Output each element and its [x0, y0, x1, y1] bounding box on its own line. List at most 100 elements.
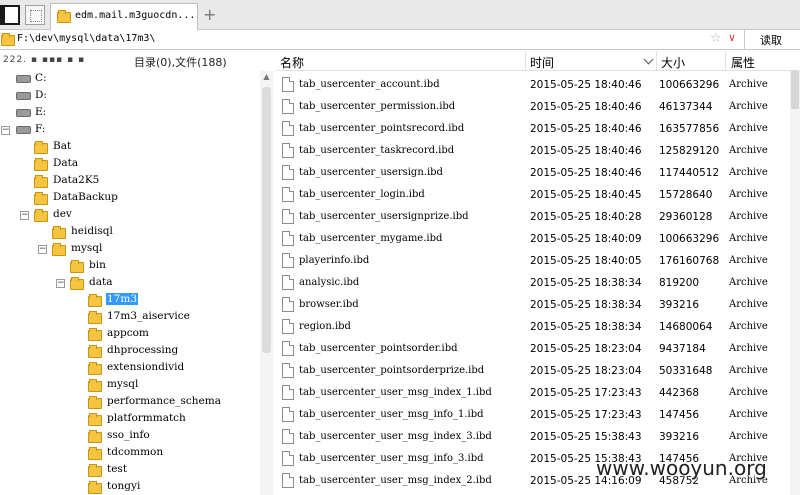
- collapse-toggle-icon[interactable]: −: [38, 245, 47, 254]
- column-divider[interactable]: [725, 51, 726, 71]
- add-tab-button[interactable]: +: [203, 5, 216, 24]
- file-row[interactable]: tab_usercenter_user_msg_info_1.ibd 2015-0…: [276, 404, 790, 426]
- tree-item[interactable]: 17m3_aiservice: [0, 309, 258, 326]
- file-size: 14680064: [659, 321, 713, 333]
- tree-item[interactable]: − dev: [0, 207, 258, 224]
- tree-item[interactable]: DataBackup: [0, 190, 258, 207]
- file-row[interactable]: tab_usercenter_mygame.ibd 2015-05-25 18:4…: [276, 228, 790, 250]
- file-row[interactable]: tab_usercenter_login.ibd 2015-05-25 18:40…: [276, 184, 790, 206]
- file-name: analysic.ibd: [299, 277, 360, 288]
- tree-item[interactable]: dhprocessing: [0, 343, 258, 360]
- tree-item[interactable]: E:: [0, 105, 258, 122]
- scroll-up-icon[interactable]: ▲: [262, 72, 271, 81]
- file-row[interactable]: analysic.ibd 2015-05-25 18:38:34 819200 Arc…: [276, 272, 790, 294]
- tree-item[interactable]: 17m3: [0, 292, 258, 309]
- file-time: 2015-05-25 18:40:28: [530, 211, 642, 223]
- tree-item[interactable]: sso_info: [0, 428, 258, 445]
- tree-item[interactable]: tdcommon: [0, 445, 258, 462]
- read-button[interactable]: 读取: [760, 32, 782, 48]
- tree-item-label: heidisql: [71, 225, 113, 237]
- blank-page-button[interactable]: [25, 5, 45, 25]
- tree-item[interactable]: D:: [0, 88, 258, 105]
- column-divider[interactable]: [656, 51, 657, 71]
- folder-icon: [88, 311, 102, 324]
- file-row[interactable]: playerinfo.ibd 2015-05-25 18:40:05 1761607…: [276, 250, 790, 272]
- tree-item-label: sso_info: [107, 429, 150, 441]
- file-row[interactable]: tab_usercenter_user_msg_index_1.ibd 2015-…: [276, 382, 790, 404]
- file-name: tab_usercenter_mygame.ibd: [299, 233, 443, 244]
- column-header-size[interactable]: 大小: [661, 54, 685, 71]
- tree-item-label: dev: [53, 208, 72, 220]
- tree-item[interactable]: test: [0, 462, 258, 479]
- file-row[interactable]: tab_usercenter_account.ibd 2015-05-25 18:…: [276, 74, 790, 96]
- file-time: 2015-05-25 18:40:45: [530, 189, 642, 201]
- file-attributes: Archive: [729, 123, 768, 134]
- tree-item[interactable]: Data2K5: [0, 173, 258, 190]
- tree-item-label: performance_schema: [107, 395, 221, 407]
- file-row[interactable]: tab_usercenter_pointsorder.ibd 2015-05-25…: [276, 338, 790, 360]
- file-list-scrollbar-thumb[interactable]: [791, 71, 799, 109]
- tree-item[interactable]: appcom: [0, 326, 258, 343]
- column-header-name[interactable]: 名称: [280, 54, 304, 71]
- tree-item[interactable]: − mysql: [0, 241, 258, 258]
- file-attributes: Archive: [729, 167, 768, 178]
- tree-item[interactable]: Bat: [0, 139, 258, 156]
- column-header-time[interactable]: 时间: [530, 54, 554, 71]
- folder-icon: [88, 430, 102, 443]
- tree-item[interactable]: − data: [0, 275, 258, 292]
- file-size: 15728640: [659, 189, 713, 201]
- tree-item[interactable]: bin: [0, 258, 258, 275]
- file-time: 2015-05-25 17:23:43: [530, 409, 642, 421]
- drive-icon: [16, 109, 31, 117]
- collapse-toggle-icon[interactable]: −: [20, 211, 29, 220]
- path-input[interactable]: [17, 33, 707, 44]
- file-icon: [282, 407, 294, 422]
- column-header-attributes[interactable]: 属性: [731, 54, 755, 71]
- tree-item[interactable]: tongyi: [0, 479, 258, 495]
- file-icon: [282, 429, 294, 444]
- file-list-scrollbar[interactable]: [790, 71, 800, 495]
- tree-item[interactable]: platformmatch: [0, 411, 258, 428]
- file-row[interactable]: tab_usercenter_pointsrecord.ibd 2015-05-2…: [276, 118, 790, 140]
- collapse-toggle-icon[interactable]: −: [1, 126, 10, 135]
- favorite-icon[interactable]: ☆: [710, 31, 722, 46]
- tab-active[interactable]: edm.mail.m3guocdn...: [50, 3, 198, 30]
- file-row[interactable]: browser.ibd 2015-05-25 18:38:34 393216 Arch…: [276, 294, 790, 316]
- file-name: browser.ibd: [299, 299, 359, 310]
- collapse-toggle-icon[interactable]: −: [56, 279, 65, 288]
- tree-item-label: 17m3_aiservice: [107, 310, 190, 322]
- drive-icon: [16, 75, 31, 83]
- tree-scrollbar-thumb[interactable]: [262, 87, 271, 353]
- file-attributes: Archive: [729, 299, 768, 310]
- column-divider[interactable]: [525, 51, 526, 71]
- file-row[interactable]: tab_usercenter_pointsorderprize.ibd 2015-…: [276, 360, 790, 382]
- chevron-down-icon[interactable]: ∨: [728, 31, 736, 44]
- folder-icon: [88, 362, 102, 375]
- file-name: tab_usercenter_permission.ibd: [299, 101, 456, 112]
- tree-item[interactable]: extensiondivid: [0, 360, 258, 377]
- file-row[interactable]: region.ibd 2015-05-25 18:38:34 14680064 Arc…: [276, 316, 790, 338]
- file-row[interactable]: tab_usercenter_usersign.ibd 2015-05-25 18…: [276, 162, 790, 184]
- file-row[interactable]: tab_usercenter_permission.ibd 2015-05-25 …: [276, 96, 790, 118]
- tree-scrollbar[interactable]: ▲: [260, 71, 273, 495]
- file-row[interactable]: tab_usercenter_taskrecord.ibd 2015-05-25 …: [276, 140, 790, 162]
- tree-item[interactable]: C:: [0, 71, 258, 88]
- tree-item[interactable]: mysql: [0, 377, 258, 394]
- folder-icon: [88, 345, 102, 358]
- panel-toggle-button[interactable]: [0, 5, 20, 25]
- file-size: 163577856: [659, 123, 720, 135]
- sort-descending-icon[interactable]: [643, 54, 654, 65]
- tree-item[interactable]: − F:: [0, 122, 258, 139]
- file-row[interactable]: tab_usercenter_usersignprize.ibd 2015-05-…: [276, 206, 790, 228]
- file-icon: [282, 209, 294, 224]
- tree-item-label: appcom: [107, 327, 149, 339]
- file-size: 442368: [659, 387, 700, 399]
- tab-title: edm.mail.m3guocdn...: [75, 10, 195, 21]
- tree-item[interactable]: Data: [0, 156, 258, 173]
- tree-item[interactable]: heidisql: [0, 224, 258, 241]
- file-attributes: Archive: [729, 101, 768, 112]
- file-row[interactable]: tab_usercenter_user_msg_index_3.ibd 2015-…: [276, 426, 790, 448]
- tree-item[interactable]: performance_schema: [0, 394, 258, 411]
- file-size: 147456: [659, 409, 700, 421]
- tree-item-label: tdcommon: [107, 446, 164, 458]
